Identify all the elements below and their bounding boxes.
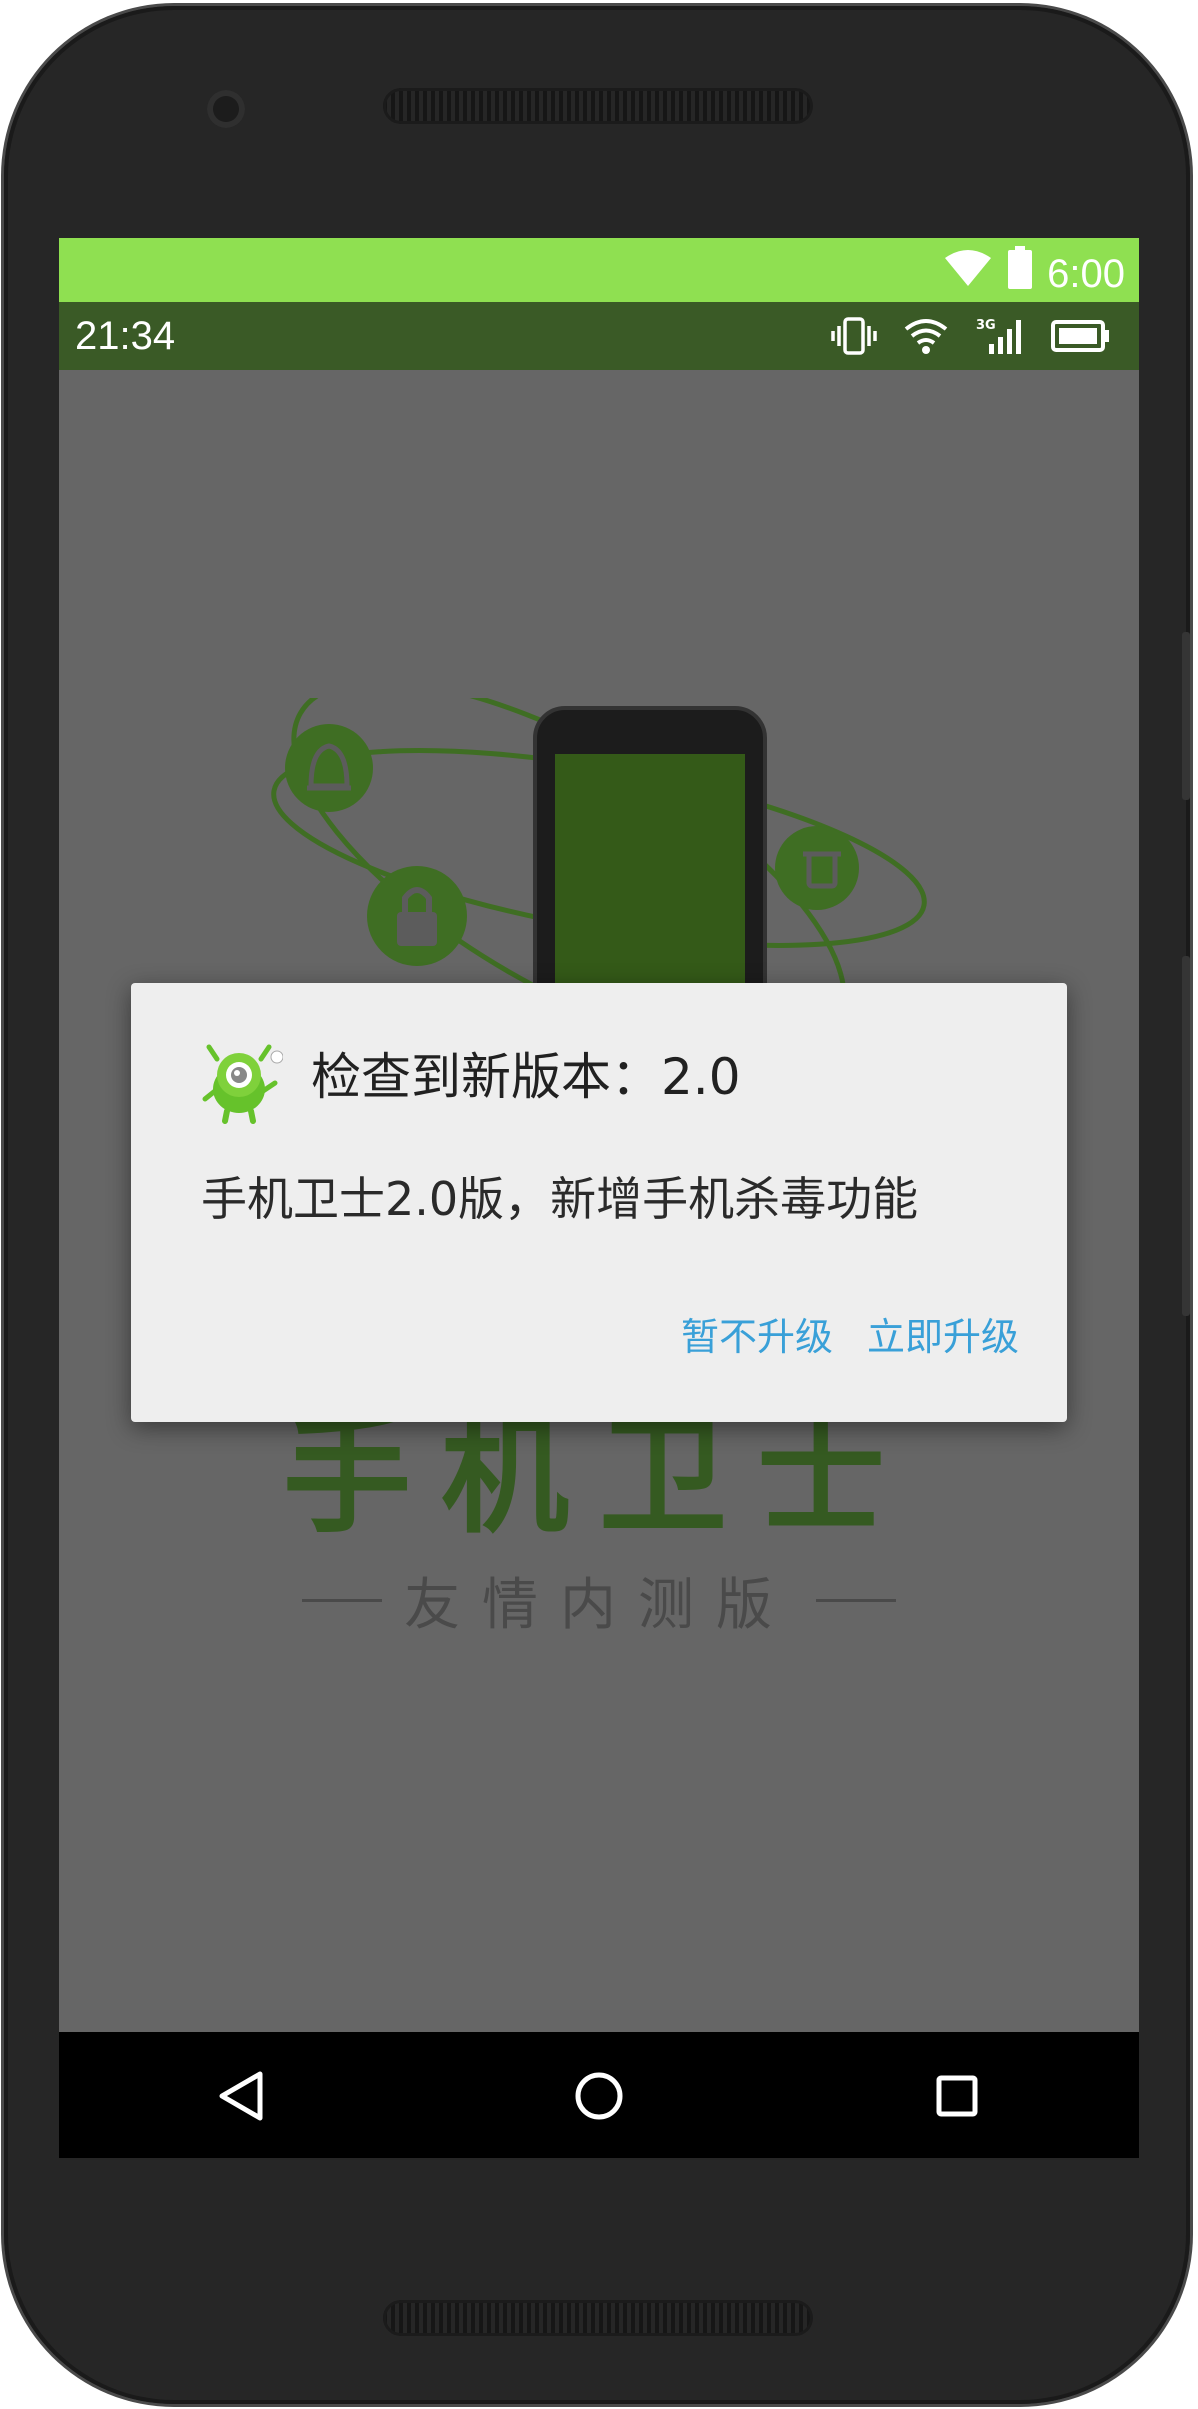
volume-button xyxy=(1182,956,1190,1316)
divider-right xyxy=(816,1599,896,1602)
host-status-bar: 6:00 xyxy=(59,238,1139,302)
navigation-bar xyxy=(59,2032,1139,2158)
svg-text:3G: 3G xyxy=(976,318,996,333)
bottom-speaker xyxy=(383,2300,813,2336)
battery-status-icon xyxy=(1051,319,1111,357)
wifi-icon xyxy=(943,248,993,299)
dialog-message: 手机卫士2.0版，新增手机杀毒功能 xyxy=(201,1172,919,1226)
front-camera xyxy=(207,90,245,128)
app-logo-icon xyxy=(202,1044,283,1124)
phone-frame: 6:00 21:34 3G 手机卫士 友情内测版 检查到新版本：2.0 手机卫士… xyxy=(4,6,1190,2404)
dialog-title: 检查到新版本：2.0 xyxy=(311,1048,741,1106)
status-bar: 21:34 3G xyxy=(59,302,1139,370)
splash-subtitle-text: 友情内测版 xyxy=(404,1573,794,1638)
dialog-actions: 暂不升级 立即升级 xyxy=(677,1311,1023,1363)
status-clock: 21:34 xyxy=(75,314,176,358)
device-screen: 6:00 21:34 3G 手机卫士 友情内测版 检查到新版本：2.0 手机卫士… xyxy=(59,238,1139,2158)
host-clock: 6:00 xyxy=(1047,251,1125,296)
back-icon[interactable] xyxy=(211,2066,271,2126)
splash-subtitle: 友情内测版 xyxy=(59,1560,1139,1641)
top-speaker xyxy=(383,88,813,124)
recents-icon[interactable] xyxy=(927,2066,987,2126)
signal-3g-icon: 3G xyxy=(975,316,1025,360)
update-dialog: 检查到新版本：2.0 手机卫士2.0版，新增手机杀毒功能 暂不升级 立即升级 xyxy=(131,983,1067,1422)
divider-left xyxy=(302,1599,382,1602)
upgrade-button[interactable]: 立即升级 xyxy=(863,1311,1023,1363)
home-icon[interactable] xyxy=(569,2066,629,2126)
cancel-button[interactable]: 暂不升级 xyxy=(677,1311,837,1363)
battery-icon xyxy=(1007,246,1033,301)
wifi-status-icon xyxy=(903,317,949,359)
vibrate-icon xyxy=(831,316,877,360)
power-button xyxy=(1182,632,1190,800)
